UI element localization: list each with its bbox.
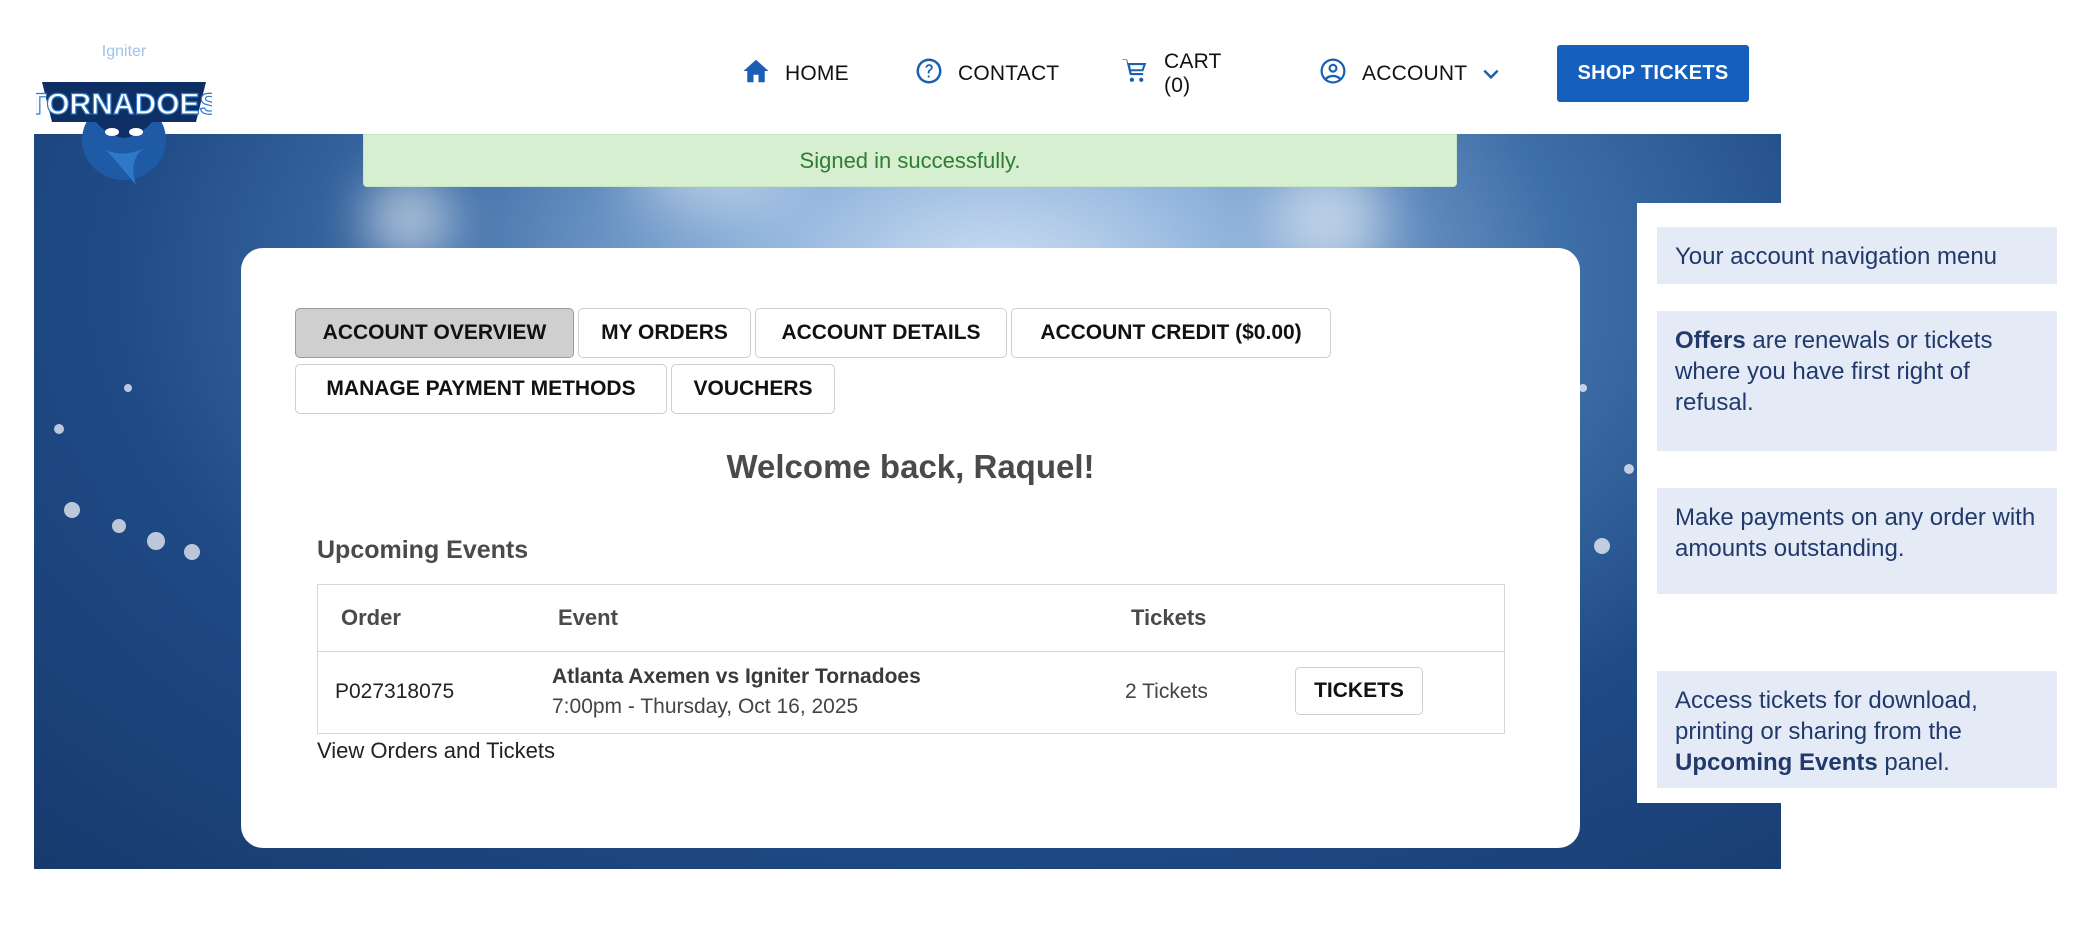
column-header-order: Order (341, 605, 401, 630)
nav-cart-label: CART (0) (1164, 50, 1222, 97)
ticket-count: 2 Tickets (1125, 680, 1208, 703)
order-number: P027318075 (335, 680, 455, 703)
column-header-tickets: Tickets (1131, 605, 1207, 630)
tab-account-details[interactable]: ACCOUNT DETAILS (755, 308, 1007, 358)
brand-name-text: TORNADOES (36, 88, 212, 121)
tip-offers: Offers are renewals or tickets where you… (1657, 311, 2057, 451)
tip-tickets-text-post: panel. (1877, 749, 1950, 776)
tab-account-credit[interactable]: ACCOUNT CREDIT ($0.00) (1011, 308, 1331, 358)
tip-payments-text: Make payments on any order with amounts … (1675, 504, 2036, 562)
nav-account[interactable]: ACCOUNT (1318, 45, 1501, 103)
event-datetime: 7:00pm - Thursday, Oct 16, 2025 (552, 695, 859, 718)
nav-home-label: HOME (785, 62, 849, 85)
tab-vouchers[interactable]: VOUCHERS (671, 364, 835, 414)
tip-payments: Make payments on any order with amounts … (1657, 488, 2057, 594)
tip-navigation-menu: Your account navigation menu (1657, 227, 2057, 284)
upcoming-events-table: Order Event Tickets P027318075 Atlanta A… (317, 584, 1505, 734)
brand-small-text: Igniter (102, 43, 147, 60)
account-icon (1318, 56, 1348, 92)
account-card: ACCOUNT OVERVIEW MY ORDERS ACCOUNT DETAI… (241, 248, 1580, 848)
brand-logo[interactable]: Igniter TORNADOES (28, 40, 220, 188)
column-header-event: Event (558, 605, 618, 630)
welcome-heading: Welcome back, Raquel! (726, 448, 1095, 485)
tab-manage-payment-methods[interactable]: MANAGE PAYMENT METHODS (295, 364, 667, 414)
nav-home[interactable]: HOME (741, 45, 849, 103)
table-header: Order Event Tickets (318, 585, 1504, 652)
nav-contact[interactable]: CONTACT (914, 45, 1059, 103)
tab-account-overview[interactable]: ACCOUNT OVERVIEW (295, 308, 574, 358)
nav-account-label: ACCOUNT (1362, 62, 1468, 85)
chevron-down-icon (1481, 64, 1501, 84)
tickets-button[interactable]: TICKETS (1295, 667, 1423, 715)
tip-tickets-access: Access tickets for download, printing or… (1657, 671, 2057, 788)
help-icon (914, 56, 944, 92)
upcoming-events-title: Upcoming Events (317, 536, 529, 564)
event-name: Atlanta Axemen vs Igniter Tornadoes (552, 665, 921, 688)
home-icon (741, 56, 771, 92)
signin-success-alert: Signed in successfully. (363, 134, 1457, 187)
nav-contact-label: CONTACT (958, 62, 1060, 85)
table-row: P027318075 Atlanta Axemen vs Igniter Tor… (318, 652, 1504, 734)
tip-tickets-bold: Upcoming Events (1675, 749, 1878, 776)
tip-tickets-text-pre: Access tickets for download, printing or… (1675, 687, 1978, 745)
shop-tickets-button[interactable]: SHOP TICKETS (1557, 45, 1749, 102)
tip-navigation-text: Your account navigation menu (1675, 243, 1998, 270)
nav-cart[interactable]: CART (0) (1120, 45, 1221, 103)
tab-my-orders[interactable]: MY ORDERS (578, 308, 751, 358)
view-orders-link[interactable]: View Orders and Tickets (317, 738, 555, 764)
help-tips-panel: Your account navigation menu Offers are … (1637, 203, 2097, 803)
tip-offers-bold: Offers (1675, 327, 1746, 354)
cart-icon (1120, 56, 1150, 92)
